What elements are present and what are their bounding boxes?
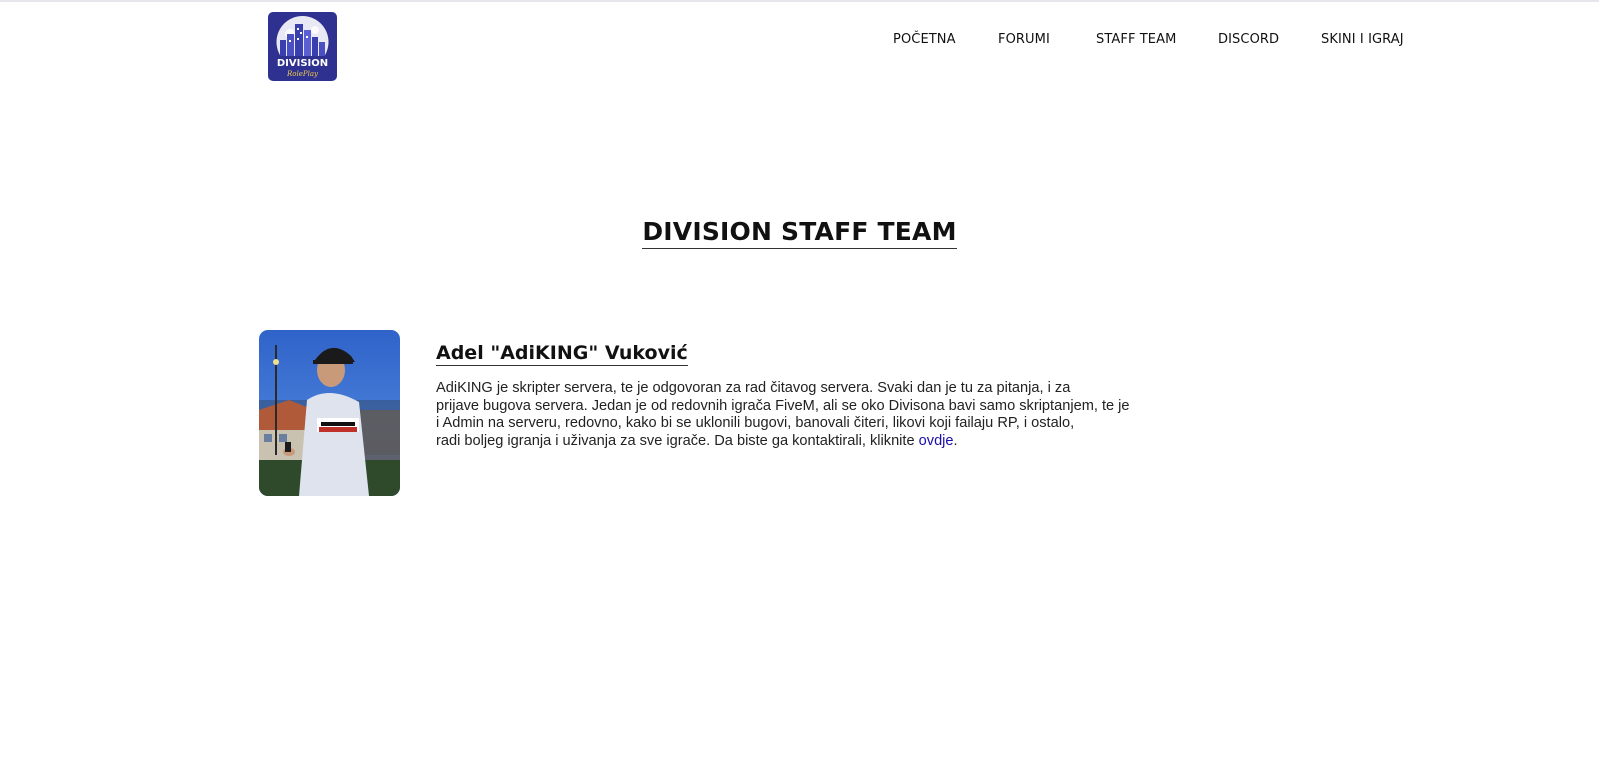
svg-text:RolePlay: RolePlay	[286, 70, 319, 78]
bio-line: AdiKING je skripter servera, te je odgov…	[436, 380, 1071, 396]
member-info: Adel "AdiKING" Vuković AdiKING je skript…	[436, 342, 1246, 450]
nav-link-staff-team[interactable]: STAFF TEAM	[1096, 32, 1176, 47]
member-photo-image	[259, 330, 400, 496]
site-logo[interactable]: DIVISION RolePlay	[268, 12, 337, 81]
main-nav: POČETNA FORUMI STAFF TEAM DISCORD SKINI …	[880, 32, 1420, 52]
nav-link-skini-i-igraj[interactable]: SKINI I IGRAJ	[1321, 32, 1404, 47]
nav-link-forumi[interactable]: FORUMI	[998, 32, 1050, 47]
contact-link[interactable]: ovdje	[919, 433, 954, 449]
nav-link-pocetna[interactable]: POČETNA	[893, 32, 956, 47]
page-title-section: DIVISION STAFF TEAM	[0, 200, 1599, 266]
navbar: DIVISION RolePlay POČETNA FORUMI STAFF T…	[0, 0, 1599, 86]
bio-end: .	[953, 432, 958, 449]
nav-link-discord[interactable]: DISCORD	[1218, 32, 1279, 47]
staff-member-card: Adel "AdiKING" Vuković AdiKING je skript…	[259, 330, 1259, 500]
bio-line: prijave bugova servera. Jedan je od redo…	[436, 397, 1130, 414]
bio-line: radi boljeg igranja i uživanja za sve ig…	[436, 432, 919, 449]
division-logo-icon: DIVISION RolePlay	[268, 12, 337, 81]
member-name: Adel "AdiKING" Vuković	[436, 342, 688, 366]
bio-line: i Admin na serveru, redovno, kako bi se …	[436, 415, 1075, 432]
member-bio: AdiKING je skripter servera, te je odgov…	[436, 380, 1241, 450]
page-title: DIVISION STAFF TEAM	[642, 217, 957, 249]
svg-text:DIVISION: DIVISION	[277, 58, 328, 69]
member-photo	[259, 330, 400, 496]
